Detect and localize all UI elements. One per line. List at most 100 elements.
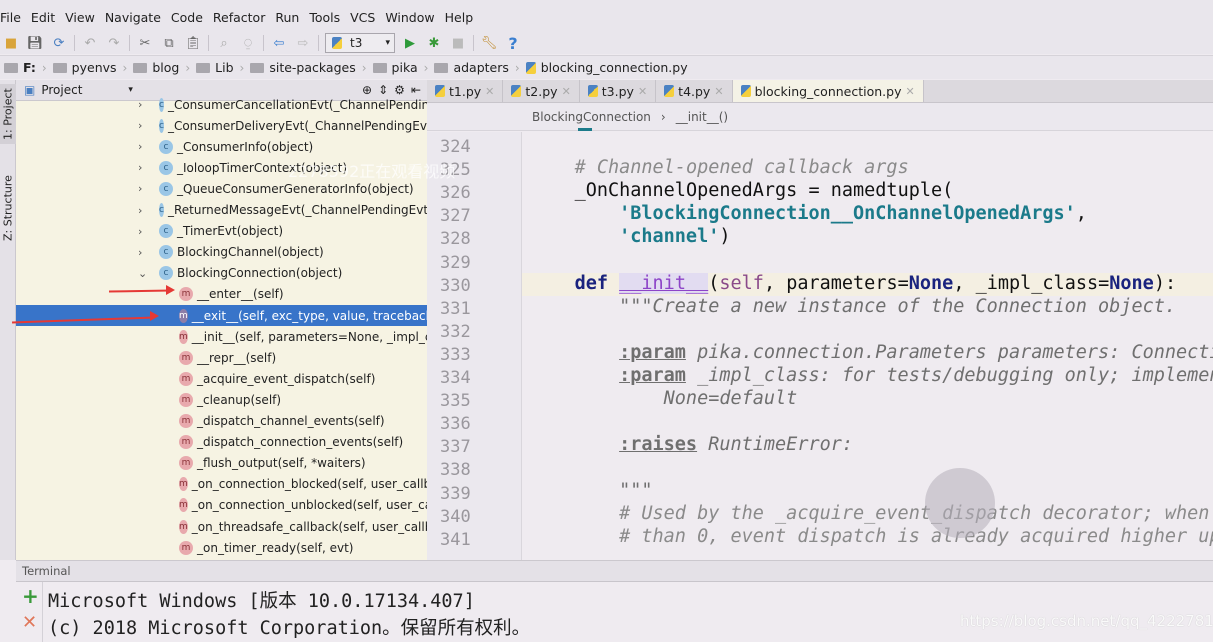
menu-edit[interactable]: Edit — [31, 10, 61, 25]
tree-item-method[interactable]: m _dispatch_connection_events(self) — [16, 432, 427, 453]
tab-t1[interactable]: t1.py ✕ — [427, 80, 504, 102]
tree-item-class[interactable]: › c _ConsumerDeliveryEvt(_ChannelPendingEv… — [16, 115, 427, 136]
method-icon: m — [179, 477, 188, 492]
breadcrumb-file[interactable]: blocking_connection.py — [525, 60, 694, 75]
tree-item-class[interactable]: › c _ConsumerInfo(object) — [16, 136, 427, 157]
replace-icon[interactable]: ⍜ — [239, 34, 257, 52]
cut-icon[interactable]: ✂ — [136, 34, 154, 52]
breadcrumb-drive[interactable]: F: — [4, 60, 42, 75]
tree-item-method[interactable]: m__init__(self, parameters=None, _impl_c… — [16, 326, 427, 347]
breadcrumb-blog[interactable]: blog — [133, 60, 185, 75]
close-icon[interactable]: ✕ — [714, 85, 723, 98]
tree-item-method[interactable]: m _on_timer_ready(self, evt) — [16, 537, 427, 558]
close-icon[interactable]: ✕ — [485, 85, 494, 98]
menu-view[interactable]: View — [65, 10, 101, 25]
tree-item-label: _ConsumerInfo(object) — [177, 139, 314, 154]
project-tool-tab[interactable]: 1: Project — [0, 84, 16, 144]
new-session-icon[interactable]: + — [22, 584, 39, 608]
breadcrumb-adapters[interactable]: adapters — [434, 60, 514, 75]
redo-icon[interactable]: ↷ — [105, 34, 123, 52]
chevron-right-icon[interactable]: › — [138, 246, 142, 259]
close-icon[interactable]: ✕ — [562, 85, 571, 98]
find-icon[interactable]: ⌕ — [215, 34, 233, 52]
breadcrumb-lib[interactable]: Lib — [196, 60, 239, 75]
run-icon[interactable]: ▶ — [401, 34, 419, 52]
copy-icon[interactable]: ⧉ — [160, 34, 178, 52]
code-line-328: 'channel') — [619, 226, 731, 247]
tree-item-label: _acquire_event_dispatch(self) — [197, 371, 376, 386]
menu-help[interactable]: Help — [445, 10, 480, 25]
tree-item-method[interactable]: m _cleanup(self) — [16, 389, 427, 410]
debug-icon[interactable]: ✱ — [425, 34, 443, 52]
save-icon[interactable]: 💾︎ — [26, 34, 44, 52]
settings-wrench-icon[interactable]: 🔧︎ — [480, 34, 498, 52]
breadcrumb-pika[interactable]: pika — [372, 60, 424, 75]
tree-item-label: _on_threadsafe_callback(self, user_callb… — [191, 519, 427, 534]
chevron-right-icon[interactable]: › — [138, 119, 142, 132]
undo-icon[interactable]: ↶ — [81, 34, 99, 52]
menu-code[interactable]: Code — [171, 10, 209, 25]
back-icon[interactable]: ⇦ — [270, 34, 288, 52]
stop-icon[interactable]: ■ — [449, 34, 467, 52]
tree-item-class[interactable]: › c _ReturnedMessageEvt(_ChannelPendingEvt… — [16, 200, 427, 221]
chevron-right-icon: › — [185, 60, 191, 75]
menu-navigate[interactable]: Navigate — [105, 10, 167, 25]
terminal[interactable]: + ✕ Microsoft Windows [版本 10.0.17134.407… — [16, 581, 1213, 642]
sync-icon[interactable]: ⟳ — [50, 34, 68, 52]
run-config-select[interactable]: t3 ▾ — [325, 33, 395, 53]
chevron-right-icon[interactable]: › — [138, 140, 142, 153]
forward-icon[interactable]: ⇨ — [294, 34, 312, 52]
tree-item-label: __enter__(self) — [197, 287, 284, 302]
menu-tools[interactable]: Tools — [309, 10, 346, 25]
pause-overlay-icon[interactable] — [925, 468, 995, 538]
menu-vcs[interactable]: VCS — [350, 10, 381, 25]
tree-item-label: _ConsumerCancellationEvt(_ChannelPending… — [167, 97, 427, 112]
tree-item-class[interactable]: › c BlockingChannel(object) — [16, 242, 427, 263]
close-icon[interactable]: ✕ — [906, 85, 915, 98]
menu-refactor[interactable]: Refactor — [213, 10, 271, 25]
tree-item-class[interactable]: › c _TimerEvt(object) — [16, 221, 427, 242]
tree-item-class[interactable]: ⌄ c BlockingConnection(object) — [16, 263, 427, 284]
folder-icon — [4, 62, 18, 73]
tab-t3[interactable]: t3.py ✕ — [580, 80, 657, 102]
help-icon[interactable]: ? — [504, 34, 522, 53]
menu-file[interactable]: File — [0, 10, 27, 25]
tree-item-class[interactable]: › c _ConsumerCancellationEvt(_ChannelPendi… — [16, 94, 427, 115]
tree-item-method[interactable]: m _flush_output(self, *waiters) — [16, 453, 427, 474]
tree-item-method[interactable]: m _dispatch_channel_events(self) — [16, 411, 427, 432]
menu-bar: File Edit View Navigate Code Refactor Ru… — [0, 0, 1213, 32]
chevron-right-icon: › — [660, 109, 666, 124]
tree-item-method[interactable]: m_on_connection_unblocked(self, user_cal… — [16, 495, 427, 516]
crumb-method[interactable]: __init__() — [676, 110, 728, 124]
breadcrumb-pyenvs[interactable]: pyenvs — [52, 60, 123, 75]
tab-blocking-connection[interactable]: blocking_connection.py ✕ — [732, 80, 924, 102]
tab-t4[interactable]: t4.py ✕ — [656, 80, 733, 102]
tree-item-label: _on_connection_blocked(self, user_callba… — [191, 477, 427, 492]
close-session-icon[interactable]: ✕ — [22, 612, 37, 633]
crumb-class[interactable]: BlockingConnection — [532, 110, 651, 124]
chevron-right-icon[interactable]: › — [138, 204, 142, 217]
close-icon[interactable]: ✕ — [638, 85, 647, 98]
chevron-down-icon[interactable]: ⌄ — [138, 267, 147, 280]
chevron-right-icon[interactable]: › — [138, 225, 142, 238]
tree-item-method[interactable]: m __repr__(self) — [16, 347, 427, 368]
tree-item-method[interactable]: m_on_connection_blocked(self, user_callb… — [16, 474, 427, 495]
tree-item-method[interactable]: m __exit__(self, exc_type, value, traceba… — [16, 305, 427, 326]
paste-icon[interactable]: 📋︎ — [184, 34, 202, 52]
divider — [473, 35, 474, 51]
structure-tool-tab[interactable]: Z: Structure — [0, 172, 16, 244]
menu-run[interactable]: Run — [275, 10, 305, 25]
chevron-right-icon[interactable]: › — [138, 161, 142, 174]
method-icon: m — [179, 519, 188, 534]
tree-item-label: _cleanup(self) — [197, 392, 282, 407]
chevron-right-icon[interactable]: › — [138, 182, 142, 195]
tree-item-method[interactable]: m _acquire_event_dispatch(self) — [16, 368, 427, 389]
breadcrumb-site-packages[interactable]: site-packages — [250, 60, 361, 75]
code-line-330: def __init__(self, parameters=None, _imp… — [574, 273, 1177, 294]
chevron-right-icon[interactable]: › — [138, 98, 142, 111]
tree-item-method[interactable]: m __enter__(self) — [16, 284, 427, 305]
open-folder-icon[interactable]: ■ — [2, 34, 20, 52]
tree-item-method[interactable]: m _on_threadsafe_callback(self, user_call… — [16, 516, 427, 537]
menu-window[interactable]: Window — [385, 10, 440, 25]
tab-t2[interactable]: t2.py ✕ — [503, 80, 580, 102]
